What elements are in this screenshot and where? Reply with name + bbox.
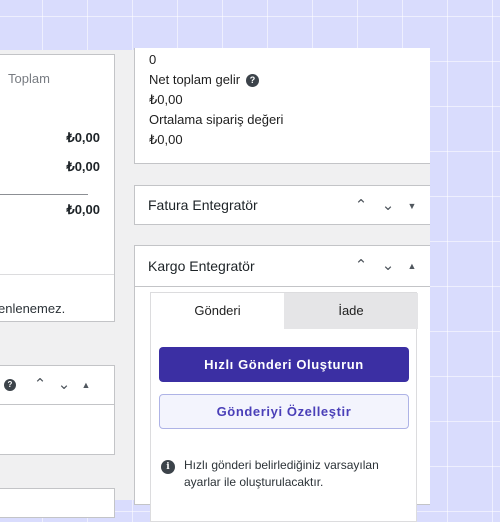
stats-box: 0 Net toplam gelir? ₺0,00 Ortalama sipar… [134, 48, 430, 164]
notice-divider [0, 274, 114, 275]
kargo-handles: ⌃ ⌄ ▲ [353, 258, 418, 273]
left-metabox-handles: ? ⌃ ⌄ ▲ [4, 377, 92, 392]
fatura-title[interactable]: Fatura Entegratör [148, 197, 258, 213]
help-icon[interactable]: ? [246, 74, 260, 87]
kargo-header: Kargo Entegratör ⌃ ⌄ ▲ [135, 246, 430, 287]
average-order-value: ₺0,00 [149, 132, 183, 147]
admin-content: Toplam ₺0,00 ₺0,00 ₺0,00 enlenemez. ? ⌃ … [0, 48, 430, 522]
fatura-metabox: Fatura Entegratör ⌃ ⌄ ▼ [134, 185, 430, 225]
triangle-down-icon[interactable]: ▼ [406, 201, 418, 211]
info-icon: i [161, 460, 175, 474]
order-count: 0 [149, 52, 157, 67]
left-metabox: ? ⌃ ⌄ ▲ [0, 365, 115, 455]
fatura-handles: ⌃ ⌄ ▼ [353, 198, 418, 213]
tab-iade[interactable]: İade [284, 293, 418, 329]
totals-column-header: Toplam [8, 71, 50, 86]
left-bottom-box [0, 488, 115, 518]
info-note: i Hızlı gönderi belirlediğiniz varsayıla… [161, 457, 406, 491]
notice-text: enlenemez. [0, 301, 66, 316]
kargo-metabox: Kargo Entegratör ⌃ ⌄ ▲ Gönderi İade Hızl… [134, 245, 430, 522]
left-metabox-header: ? ⌃ ⌄ ▲ [0, 366, 114, 405]
help-icon[interactable]: ? [4, 378, 16, 391]
totals-divider [0, 194, 88, 195]
average-order-label: Ortalama sipariş değeri [149, 112, 284, 127]
line-amount: ₺0,00 [66, 130, 100, 145]
line-amount: ₺0,00 [66, 159, 100, 174]
chevron-down-icon[interactable]: ⌄ [380, 258, 396, 273]
tab-gonderi[interactable]: Gönderi [151, 293, 284, 329]
order-total-amount: ₺0,00 [66, 202, 100, 217]
chevron-up-icon[interactable]: ⌃ [353, 198, 369, 213]
triangle-up-icon[interactable]: ▲ [80, 380, 92, 390]
kargo-title[interactable]: Kargo Entegratör [148, 258, 255, 274]
triangle-up-icon[interactable]: ▲ [406, 261, 418, 271]
chevron-up-icon[interactable]: ⌃ [32, 377, 48, 392]
order-totals-box: Toplam ₺0,00 ₺0,00 ₺0,00 enlenemez. [0, 54, 115, 322]
kargo-panel: Gönderi İade Hızlı Gönderi Oluşturun Gön… [150, 292, 418, 522]
chevron-down-icon[interactable]: ⌄ [56, 377, 72, 392]
chevron-up-icon[interactable]: ⌃ [353, 258, 369, 273]
info-text: Hızlı gönderi belirlediğiniz varsayılan … [184, 458, 379, 489]
quick-shipment-button[interactable]: Hızlı Gönderi Oluşturun [159, 347, 409, 382]
customize-shipment-button[interactable]: Gönderiyi Özelleştir [159, 394, 409, 429]
net-total-value: ₺0,00 [149, 92, 183, 107]
net-total-label: Net toplam gelir? [149, 72, 260, 87]
chevron-down-icon[interactable]: ⌄ [380, 198, 396, 213]
